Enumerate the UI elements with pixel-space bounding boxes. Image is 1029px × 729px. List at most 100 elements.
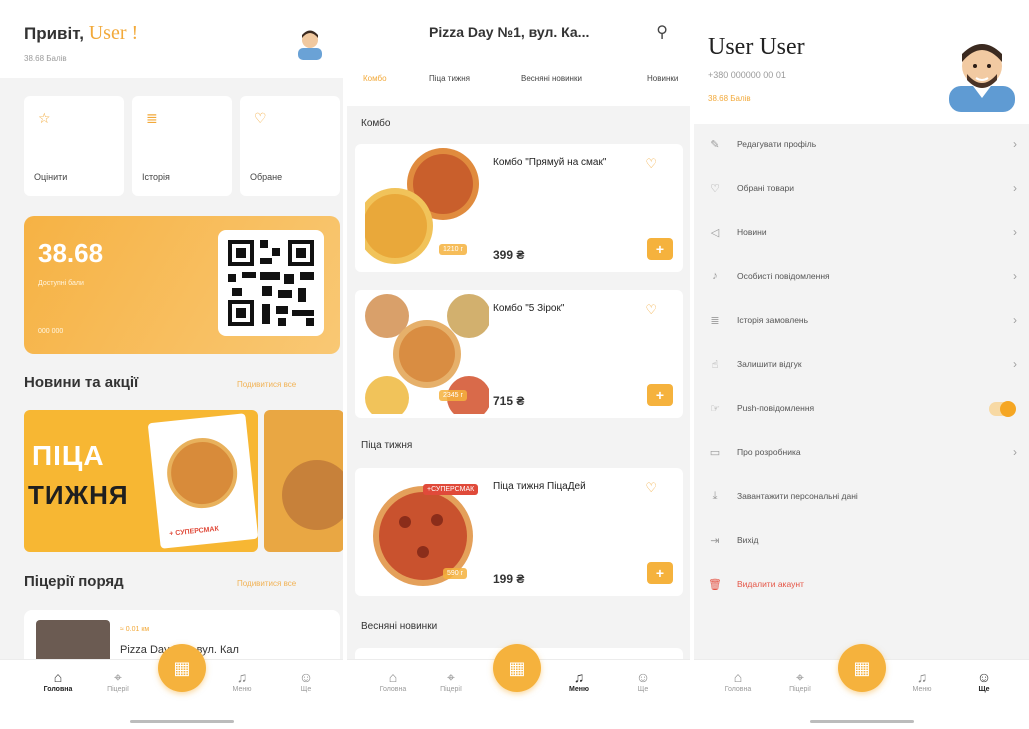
profile-phone: +380 000000 00 01 bbox=[708, 70, 786, 80]
trash-icon: 🗑 bbox=[708, 579, 722, 591]
quick-rate[interactable]: ☆ Оцінити bbox=[24, 96, 124, 196]
tab-new[interactable]: Новинки bbox=[647, 74, 678, 83]
nav-home[interactable]: ⌂ Головна bbox=[365, 668, 421, 693]
bottom-nav: ⌂ Головна ⌖ Піцерії ▦ ♫ Меню ☺ Ще bbox=[0, 644, 343, 729]
nav-label: Головна bbox=[43, 686, 73, 693]
promo-banner[interactable]: ПІЦА ТИЖНЯ + СУПЕРСМАК bbox=[24, 410, 258, 552]
home-icon: ⌂ bbox=[388, 669, 398, 685]
nav-menu[interactable]: ♫ Меню bbox=[894, 668, 950, 693]
quick-history[interactable]: ≣ Історія bbox=[132, 96, 232, 196]
nav-label: Головна bbox=[379, 686, 407, 693]
nav-more[interactable]: ☺ Ще bbox=[278, 668, 334, 693]
nav-label: Меню bbox=[232, 686, 252, 693]
points-small: 38.68 Балів bbox=[24, 54, 67, 63]
tab-combo[interactable]: Комбо bbox=[363, 74, 387, 83]
nav-menu[interactable]: ♫ Меню bbox=[214, 668, 270, 693]
search-icon[interactable]: ⚲ bbox=[656, 22, 668, 42]
nav-home[interactable]: ⌂ Головна bbox=[710, 668, 766, 693]
menu-row-orders[interactable]: ≣ Історія замовлень › bbox=[694, 300, 1029, 344]
map-pin-icon: ⌖ bbox=[447, 669, 455, 685]
add-to-cart-button[interactable]: + bbox=[647, 562, 673, 584]
chevron-right-icon: › bbox=[1013, 269, 1017, 283]
product-card[interactable]: 1210 г Комбо "Прямуй на смак" 399 ₴ ♡ + bbox=[355, 144, 683, 272]
menu-row-delete-account[interactable]: 🗑 Видалити акаунт bbox=[694, 564, 1029, 608]
chevron-right-icon: › bbox=[1013, 137, 1017, 151]
card-icon: ▭ bbox=[709, 447, 721, 459]
menu-row-edit-profile[interactable]: ✎ Редагувати профіль › bbox=[694, 124, 1029, 168]
nav-label: Піцерії bbox=[107, 686, 129, 693]
add-to-cart-button[interactable]: + bbox=[647, 238, 673, 260]
greeting-text: Привіт, bbox=[24, 24, 84, 43]
menu-row-push: ☞ Push-повідомлення bbox=[694, 388, 1029, 432]
bonus-card[interactable]: 38.68 Доступні бали 000 000 bbox=[24, 216, 340, 354]
promo-banner-2[interactable] bbox=[264, 410, 343, 552]
nav-pizzerias[interactable]: ⌖ Піцерії bbox=[772, 668, 828, 693]
nav-more[interactable]: ☺ Ще bbox=[956, 668, 1012, 693]
add-to-cart-button[interactable]: + bbox=[647, 384, 673, 406]
heart-icon[interactable]: ♡ bbox=[645, 480, 657, 496]
qr-scan-button[interactable]: ▦ bbox=[493, 644, 541, 692]
category-spring: Весняні новинки bbox=[361, 621, 438, 632]
logout-icon: ⇥ bbox=[710, 535, 720, 547]
nav-label: Головна bbox=[724, 686, 752, 693]
qr-scan-button[interactable]: ▦ bbox=[838, 644, 886, 692]
download-icon: ⤓ bbox=[712, 490, 718, 502]
heart-icon[interactable]: ♡ bbox=[645, 156, 657, 172]
bottom-nav: ⌂ Головна ⌖ Піцерії ▦ ♫ Меню ☺ Ще bbox=[694, 644, 1029, 729]
qr-scan-button[interactable]: ▦ bbox=[158, 644, 206, 692]
map-pin-icon: ⌖ bbox=[796, 669, 804, 685]
product-name: Комбо "Прямуй на смак" bbox=[493, 157, 607, 168]
weight-tag: 590 г bbox=[443, 568, 468, 579]
pizzerias-title: Піцерії поряд bbox=[24, 573, 124, 590]
avatar[interactable] bbox=[295, 26, 325, 60]
product-price: 399 ₴ bbox=[493, 248, 525, 262]
row-label: Вихід bbox=[737, 535, 759, 545]
avatar[interactable] bbox=[943, 36, 1021, 112]
menu-row-news[interactable]: ◁ Новини › bbox=[694, 212, 1029, 256]
menu-row-messages[interactable]: ♪ Особисті повідомлення › bbox=[694, 256, 1029, 300]
product-card[interactable]: 2345 г Комбо "5 Зірок" 715 ₴ ♡ + bbox=[355, 290, 683, 418]
nav-more[interactable]: ☺ Ще bbox=[615, 668, 671, 693]
home-icon: ⌂ bbox=[53, 669, 63, 685]
news-see-all-link[interactable]: Подивитися все bbox=[237, 380, 296, 389]
profile-points: 38.68 Балів bbox=[708, 94, 751, 103]
restaurant-title[interactable]: Pizza Day №1, вул. Ка... bbox=[429, 24, 589, 40]
menu-row-download[interactable]: ⤓ Завантажити персональні дані bbox=[694, 476, 1029, 520]
category-week: Піца тижня bbox=[361, 440, 413, 451]
push-toggle[interactable] bbox=[989, 401, 1016, 417]
chevron-right-icon: › bbox=[1013, 181, 1017, 195]
nav-pizzerias[interactable]: ⌖ Піцерії bbox=[90, 668, 146, 693]
nav-pizzerias[interactable]: ⌖ Піцерії bbox=[423, 668, 479, 693]
quick-label: Оцінити bbox=[34, 172, 68, 182]
smile-icon: ☺ bbox=[635, 669, 651, 685]
chevron-right-icon: › bbox=[1013, 225, 1017, 239]
menu-row-favorites[interactable]: ♡ Обрані товари › bbox=[694, 168, 1029, 212]
pizzerias-see-all-link[interactable]: Подивитися все bbox=[237, 579, 296, 588]
product-card[interactable]: +СУПЕРСМАК 590 г Піца тижня ПіцаДей 199 … bbox=[355, 468, 683, 596]
home-indicator bbox=[130, 720, 234, 723]
quick-label: Історія bbox=[142, 172, 170, 182]
tab-spring[interactable]: Весняні новинки bbox=[521, 74, 582, 83]
smile-icon: ☺ bbox=[976, 669, 992, 685]
bonus-value: 38.68 bbox=[38, 238, 104, 268]
quick-favorites[interactable]: ♡ Обране bbox=[240, 96, 340, 196]
category-combo: Комбо bbox=[361, 118, 391, 129]
tab-week[interactable]: Піца тижня bbox=[429, 74, 470, 83]
menu-row-feedback[interactable]: ☝ Залишити відгук › bbox=[694, 344, 1029, 388]
promo-line2: ТИЖНЯ bbox=[28, 480, 129, 510]
nav-home[interactable]: ⌂ Головна bbox=[30, 668, 86, 693]
heart-icon[interactable]: ♡ bbox=[645, 302, 657, 318]
list-icon: ≣ bbox=[710, 315, 720, 327]
menu-row-logout[interactable]: ⇥ Вихід bbox=[694, 520, 1029, 564]
nav-menu[interactable]: ♫ Меню bbox=[551, 668, 607, 693]
super-badge: +СУПЕРСМАК bbox=[423, 484, 479, 495]
row-label: Історія замовлень bbox=[737, 315, 809, 325]
chevron-right-icon: › bbox=[1013, 357, 1017, 371]
qr-code[interactable] bbox=[218, 230, 324, 336]
menu-row-developer[interactable]: ▭ Про розробника › bbox=[694, 432, 1029, 476]
bottom-nav: ⌂ Головна ⌖ Піцерії ▦ ♫ Меню ☺ Ще bbox=[347, 644, 690, 729]
weight-tag: 2345 г bbox=[439, 390, 468, 401]
bell-icon: ♫ bbox=[916, 669, 928, 685]
promo-line1: ПІЦА bbox=[32, 440, 105, 471]
nav-label: Меню bbox=[569, 686, 589, 693]
